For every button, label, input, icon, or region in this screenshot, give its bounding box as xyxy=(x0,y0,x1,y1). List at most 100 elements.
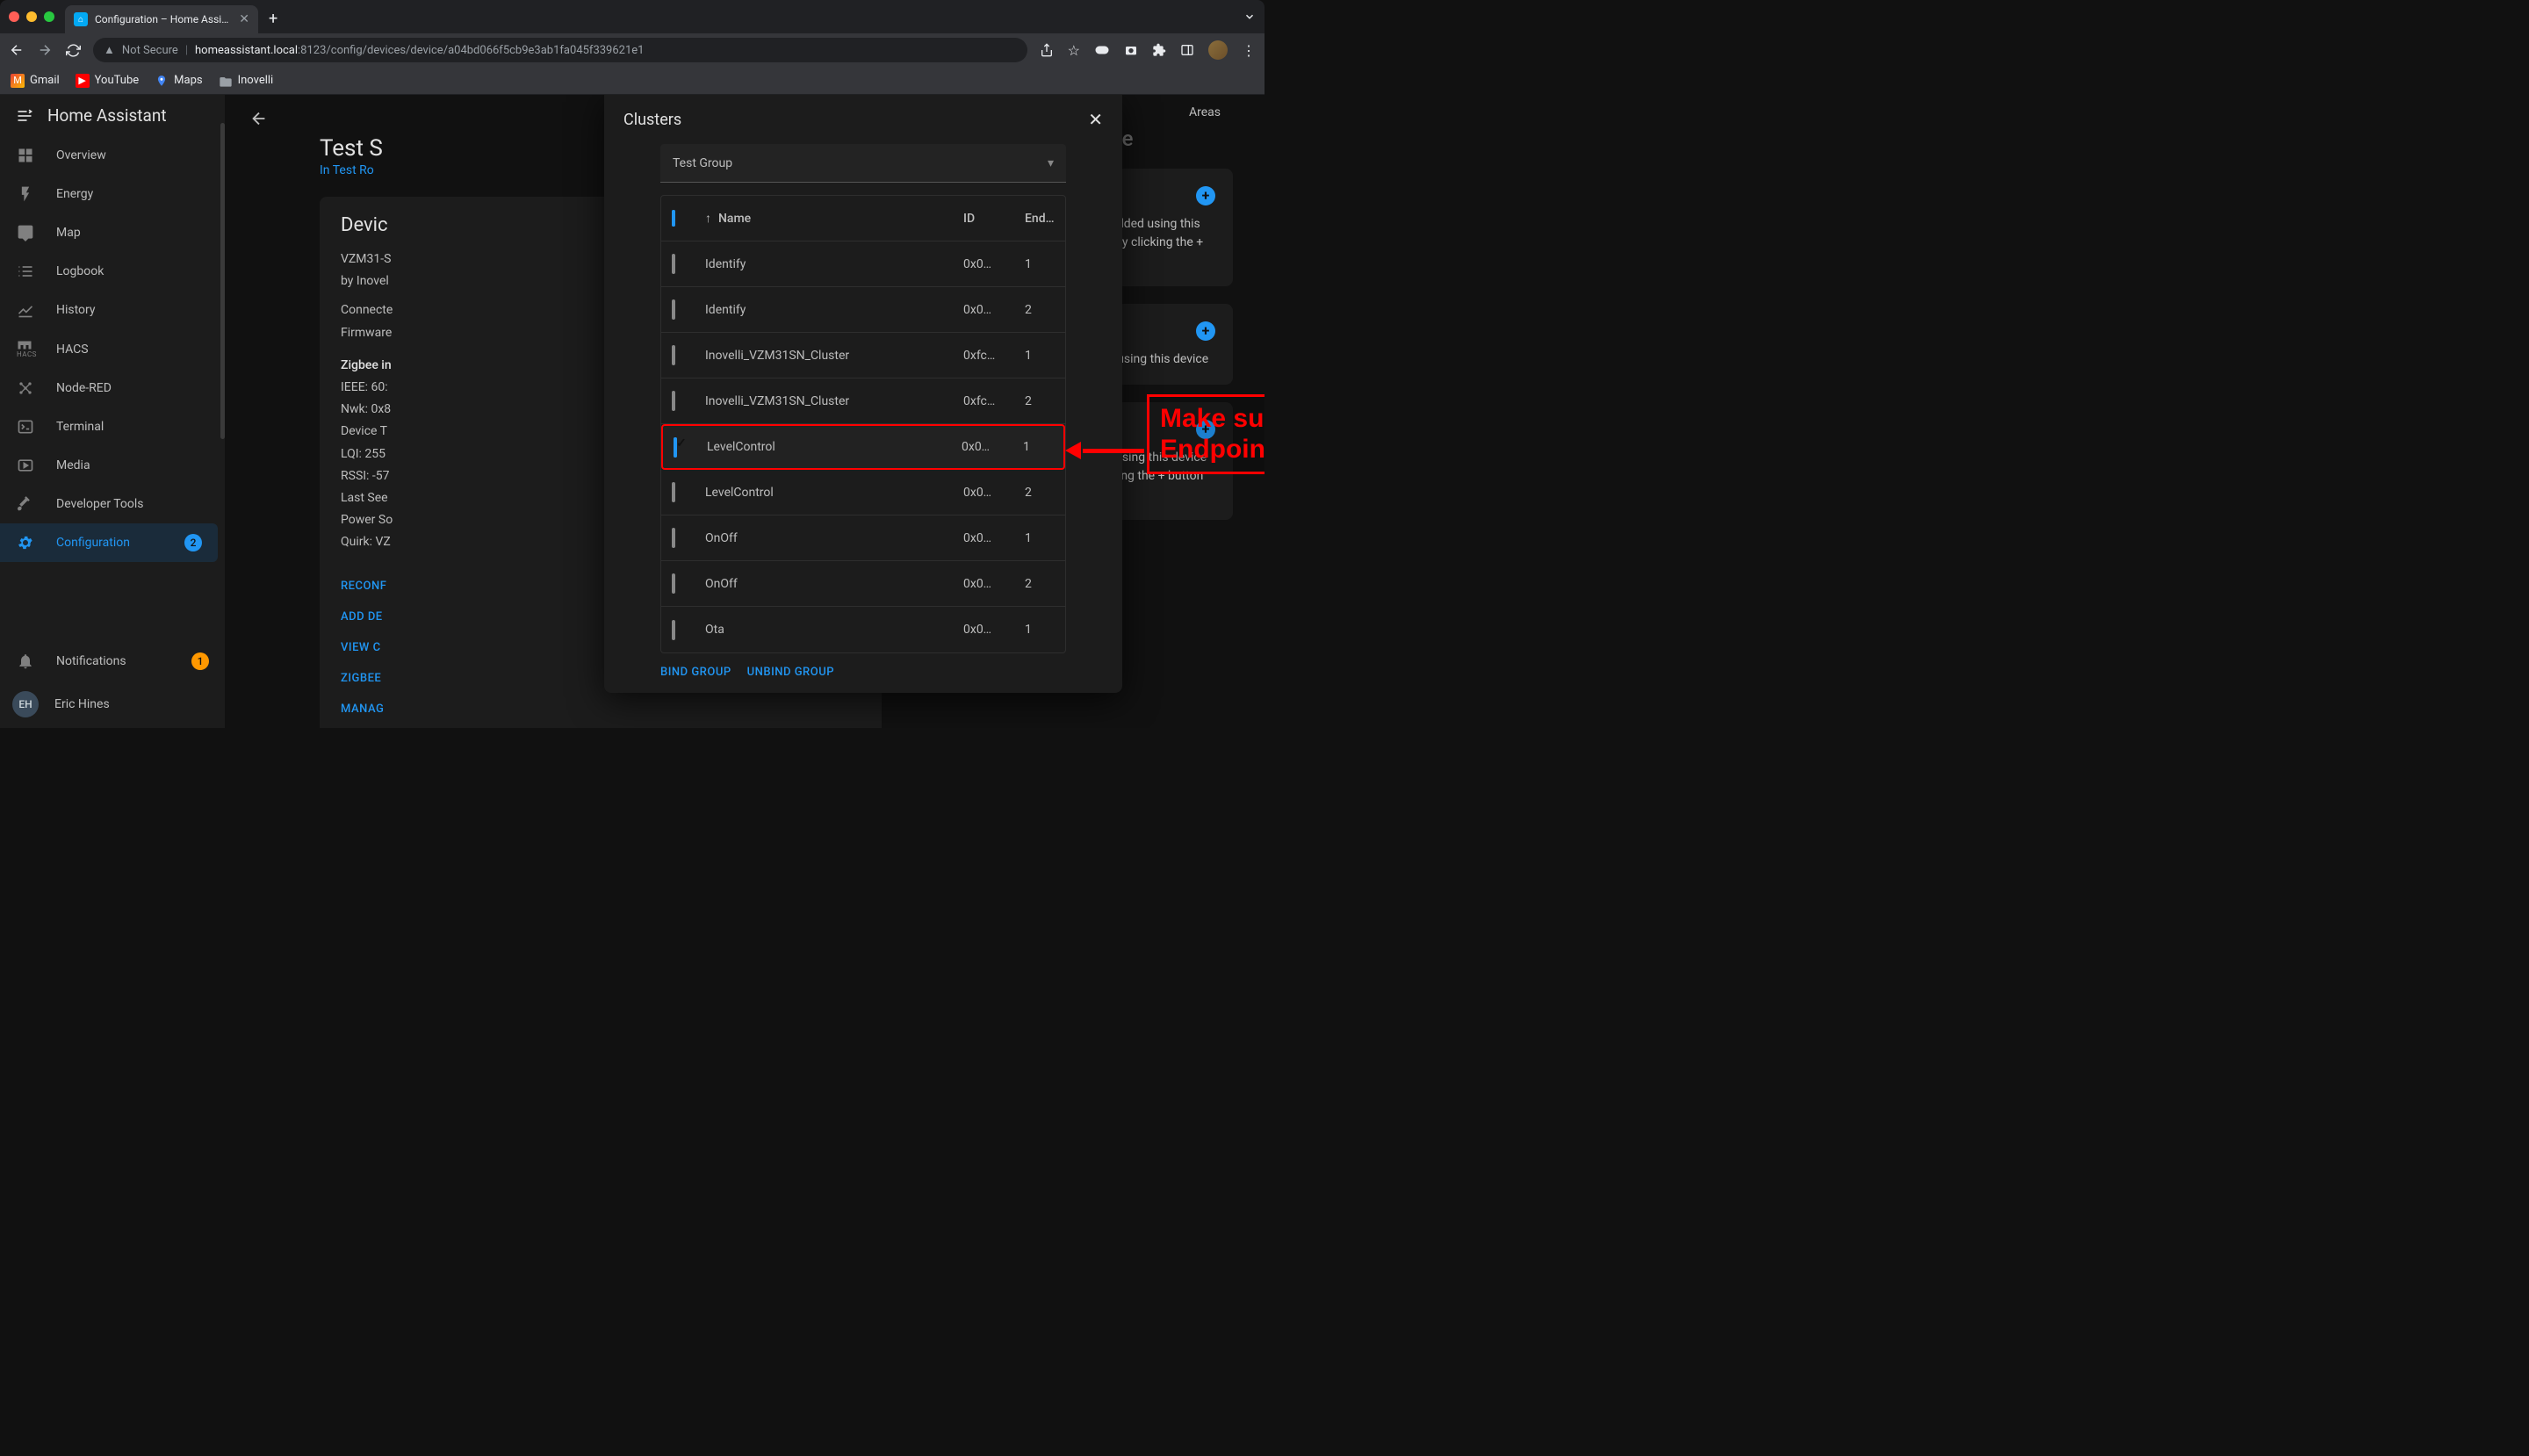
row-checkbox[interactable] xyxy=(672,482,675,502)
row-checkbox[interactable] xyxy=(672,345,675,365)
back-button[interactable] xyxy=(9,42,25,58)
cluster-name: OnOff xyxy=(705,577,951,591)
cluster-endpoint: 2 xyxy=(1025,394,1055,408)
page-back-button[interactable] xyxy=(249,109,269,128)
play-icon xyxy=(16,457,35,474)
window-controls xyxy=(9,11,54,22)
cluster-endpoint: 2 xyxy=(1025,303,1055,317)
row-checkbox[interactable] xyxy=(672,573,675,594)
clusters-table: ↑Name ID End… Identify0x0…1Identify0x0…2… xyxy=(660,195,1066,653)
cluster-row[interactable]: Ota0x0…1 xyxy=(661,607,1065,652)
nodered-icon xyxy=(16,379,35,397)
sidebar-item-label: Map xyxy=(56,226,81,240)
cluster-name: Ota xyxy=(705,623,951,637)
sidebar-badge: 2 xyxy=(184,534,202,551)
annotation-callout: Make sure to select Endpoint 1 xyxy=(1147,394,1264,474)
not-secure-icon: ▲ xyxy=(104,43,115,57)
add-automation-button[interactable]: + xyxy=(1196,186,1215,205)
tab-close-icon[interactable]: ✕ xyxy=(239,12,249,26)
bolt-icon xyxy=(16,185,35,203)
sidebar-item-hacs[interactable]: HACSHACS xyxy=(0,329,225,369)
browser-tab[interactable]: ⌂ Configuration – Home Assistan ✕ xyxy=(65,5,258,33)
cluster-row[interactable]: Inovelli_VZM31SN_Cluster0xfc…2 xyxy=(661,378,1065,424)
close-window-button[interactable] xyxy=(9,11,19,22)
sidebar-item-label: History xyxy=(56,303,96,317)
sidebar-item-label: Developer Tools xyxy=(56,497,144,511)
bookmark-gmail[interactable]: MGmail xyxy=(11,74,60,88)
forward-button[interactable] xyxy=(37,42,53,58)
user-avatar: EH xyxy=(12,691,39,717)
gmail-icon: M xyxy=(11,74,25,88)
address-bar[interactable]: ▲ Not Secure | homeassistant.local:8123/… xyxy=(93,38,1027,62)
add-scene-button[interactable]: + xyxy=(1196,321,1215,341)
cluster-row[interactable]: Inovelli_VZM31SN_Cluster0xfc…1 xyxy=(661,333,1065,378)
cluster-row[interactable]: OnOff0x0…2 xyxy=(661,561,1065,607)
device-action-view-in-visualization[interactable]: VIEW IN VISUALIZATION xyxy=(341,724,861,728)
bookmark-maps[interactable]: Maps xyxy=(155,74,202,88)
unbind-group-button[interactable]: UNBIND GROUP xyxy=(747,666,834,679)
notifications-badge: 1 xyxy=(191,652,209,670)
maximize-window-button[interactable] xyxy=(44,11,54,22)
panel-icon[interactable] xyxy=(1180,43,1194,57)
sidebar-item-label: Terminal xyxy=(56,420,104,434)
sidebar-item-energy[interactable]: Energy xyxy=(0,175,225,213)
cluster-name: LevelControl xyxy=(707,440,949,454)
areas-link[interactable]: Areas xyxy=(1189,105,1221,119)
share-icon[interactable] xyxy=(1040,43,1054,57)
row-checkbox[interactable] xyxy=(674,437,677,458)
sidebar-item-configuration[interactable]: Configuration2 xyxy=(0,523,218,562)
new-tab-button[interactable]: + xyxy=(269,10,277,28)
sidebar-item-notifications[interactable]: Notifications 1 xyxy=(0,642,225,681)
sidebar-item-terminal[interactable]: Terminal xyxy=(0,407,225,446)
sidebar-item-overview[interactable]: Overview xyxy=(0,136,225,175)
bookmark-youtube[interactable]: ▶YouTube xyxy=(76,74,140,88)
menu-toggle-icon[interactable] xyxy=(16,107,33,125)
row-checkbox[interactable] xyxy=(672,528,675,548)
row-checkbox[interactable] xyxy=(672,620,675,640)
camera-extension-icon[interactable] xyxy=(1124,43,1138,57)
bookmark-star-icon[interactable]: ☆ xyxy=(1068,42,1080,59)
cluster-row[interactable]: LevelControl0x0…1 xyxy=(661,424,1065,470)
sidebar-item-developer-tools[interactable]: Developer Tools xyxy=(0,485,225,523)
cluster-row[interactable]: Identify0x0…1 xyxy=(661,241,1065,287)
cluster-row[interactable]: OnOff0x0…1 xyxy=(661,515,1065,561)
cluster-id: 0x0… xyxy=(963,257,1012,271)
select-all-checkbox[interactable] xyxy=(672,210,675,227)
extension-icon[interactable] xyxy=(1094,44,1110,56)
sidebar-user[interactable]: EH Eric Hines xyxy=(0,681,225,728)
bookmark-inovelli[interactable]: Inovelli xyxy=(219,74,274,88)
cluster-id: 0x0… xyxy=(963,531,1012,545)
cluster-row[interactable]: Identify0x0…2 xyxy=(661,287,1065,333)
row-checkbox[interactable] xyxy=(672,391,675,411)
minimize-window-button[interactable] xyxy=(26,11,37,22)
dialog-close-button[interactable]: ✕ xyxy=(1088,109,1103,130)
sort-arrow-icon[interactable]: ↑ xyxy=(705,211,711,226)
table-header: ↑Name ID End… xyxy=(661,196,1065,241)
tabs-expand-icon[interactable] xyxy=(1243,11,1256,23)
main-content: Areas Test S In Test Ro Devic VZM31-S by… xyxy=(225,95,1264,728)
browser-nav-bar: ▲ Not Secure | homeassistant.local:8123/… xyxy=(0,33,1264,67)
cluster-endpoint: 2 xyxy=(1025,486,1055,500)
sidebar-item-node-red[interactable]: Node-RED xyxy=(0,369,225,407)
cluster-endpoint: 1 xyxy=(1023,440,1053,454)
sidebar-item-map[interactable]: Map xyxy=(0,213,225,252)
sidebar-item-history[interactable]: History xyxy=(0,291,225,329)
url-host: homeassistant.local xyxy=(195,44,298,57)
row-checkbox[interactable] xyxy=(672,299,675,320)
group-select[interactable]: Test Group ▾ xyxy=(660,144,1066,183)
reload-button[interactable] xyxy=(65,42,81,58)
sidebar-item-label: Logbook xyxy=(56,264,104,278)
cluster-id: 0x0… xyxy=(963,623,1012,637)
bind-group-button[interactable]: BIND GROUP xyxy=(660,666,731,679)
sidebar-item-label: Node-RED xyxy=(56,381,112,395)
cluster-id: 0x0… xyxy=(963,486,1012,500)
sidebar-item-logbook[interactable]: Logbook xyxy=(0,252,225,291)
cluster-row[interactable]: LevelControl0x0…2 xyxy=(661,470,1065,515)
sidebar-item-label: HACS xyxy=(56,342,89,357)
device-action-manag[interactable]: MANAG xyxy=(341,694,861,724)
extensions-puzzle-icon[interactable] xyxy=(1152,43,1166,57)
chrome-menu-icon[interactable]: ⋮ xyxy=(1242,42,1256,59)
row-checkbox[interactable] xyxy=(672,254,675,274)
profile-avatar[interactable] xyxy=(1208,40,1228,60)
sidebar-item-media[interactable]: Media xyxy=(0,446,225,485)
